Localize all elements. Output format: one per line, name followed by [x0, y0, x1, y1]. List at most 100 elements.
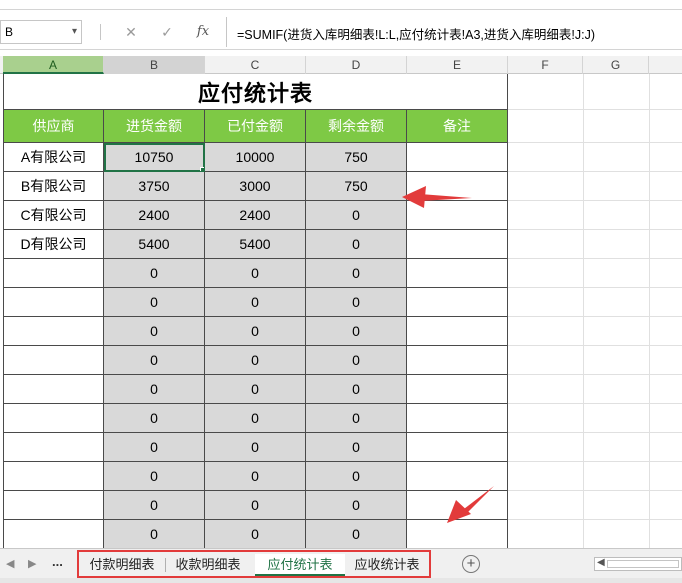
header-supplier[interactable]: 供应商	[3, 110, 104, 143]
remarks-cell[interactable]	[407, 288, 508, 317]
purchase-amount-cell[interactable]: 0	[104, 491, 205, 520]
tab-scroll-right-icon[interactable]: ▶	[28, 557, 36, 570]
column-header-b[interactable]: B	[104, 56, 205, 74]
check-icon[interactable]: ✓	[158, 23, 176, 41]
remaining-amount-cell[interactable]: 0	[306, 259, 407, 288]
paid-amount-cell[interactable]: 3000	[205, 172, 306, 201]
tab-payment-detail[interactable]: 付款明细表	[83, 554, 161, 576]
remaining-amount-cell[interactable]: 0	[306, 404, 407, 433]
purchase-amount-cell[interactable]: 0	[104, 288, 205, 317]
paid-amount-cell[interactable]: 0	[205, 433, 306, 462]
remarks-cell[interactable]	[407, 259, 508, 288]
remarks-cell[interactable]	[407, 201, 508, 230]
remaining-amount-cell[interactable]: 0	[306, 201, 407, 230]
remaining-amount-cell[interactable]: 0	[306, 288, 407, 317]
remarks-cell[interactable]	[407, 317, 508, 346]
header-remarks[interactable]: 备注	[407, 110, 508, 143]
supplier-cell[interactable]	[3, 462, 104, 491]
supplier-cell[interactable]: B有限公司	[3, 172, 104, 201]
tab-payable-stats[interactable]: 应付统计表	[255, 554, 345, 576]
purchase-amount-cell[interactable]: 3750	[104, 172, 205, 201]
supplier-cell[interactable]	[3, 491, 104, 520]
paid-amount-cell[interactable]: 0	[205, 346, 306, 375]
remarks-cell[interactable]	[407, 375, 508, 404]
purchase-amount-cell[interactable]: 0	[104, 317, 205, 346]
supplier-cell[interactable]	[3, 433, 104, 462]
horizontal-scrollbar[interactable]: ◀	[594, 557, 682, 571]
paid-amount-cell[interactable]: 10000	[205, 143, 306, 172]
supplier-cell[interactable]	[3, 288, 104, 317]
tab-receivable-stats[interactable]: 应收统计表	[347, 554, 427, 576]
remaining-amount-cell[interactable]: 750	[306, 172, 407, 201]
scrollbar-thumb[interactable]	[607, 560, 679, 568]
close-icon[interactable]: ✕	[122, 23, 140, 41]
supplier-cell[interactable]	[3, 375, 104, 404]
header-remaining-amount[interactable]: 剩余金额	[306, 110, 407, 143]
header-paid-amount[interactable]: 已付金额	[205, 110, 306, 143]
remarks-cell[interactable]	[407, 433, 508, 462]
paid-amount-cell[interactable]: 0	[205, 491, 306, 520]
supplier-cell[interactable]: A有限公司	[3, 143, 104, 172]
remarks-cell[interactable]	[407, 491, 508, 520]
supplier-cell[interactable]	[3, 259, 104, 288]
remarks-cell[interactable]	[407, 404, 508, 433]
scroll-left-icon[interactable]: ◀	[597, 557, 605, 568]
column-header-f[interactable]: F	[508, 56, 583, 74]
remaining-amount-cell[interactable]: 0	[306, 491, 407, 520]
supplier-cell[interactable]	[3, 520, 104, 548]
paid-amount-cell[interactable]: 0	[205, 520, 306, 548]
remarks-cell[interactable]	[407, 230, 508, 259]
paid-amount-cell[interactable]: 2400	[205, 201, 306, 230]
purchase-amount-cell[interactable]: 10750	[104, 143, 205, 172]
remaining-amount-cell[interactable]: 0	[306, 462, 407, 491]
plus-circle-icon[interactable]: +	[462, 555, 480, 573]
column-header-c[interactable]: C	[205, 56, 306, 74]
remarks-cell[interactable]	[407, 520, 508, 548]
purchase-amount-cell[interactable]: 5400	[104, 230, 205, 259]
tab-receipt-detail[interactable]: 收款明细表	[169, 554, 247, 576]
formula-input[interactable]: =SUMIF(进货入库明细表!L:L,应付统计表!A3,进货入库明细表!J:J)	[226, 17, 682, 47]
remarks-cell[interactable]	[407, 462, 508, 491]
purchase-amount-cell[interactable]: 0	[104, 346, 205, 375]
purchase-amount-cell[interactable]: 0	[104, 462, 205, 491]
purchase-amount-cell[interactable]: 0	[104, 259, 205, 288]
remarks-cell[interactable]	[407, 346, 508, 375]
column-header-e[interactable]: E	[407, 56, 508, 74]
remaining-amount-cell[interactable]: 0	[306, 317, 407, 346]
insert-function-icon[interactable]: fx	[194, 23, 212, 41]
chevron-down-icon[interactable]: ▾	[72, 26, 77, 37]
remarks-cell[interactable]	[407, 143, 508, 172]
supplier-cell[interactable]	[3, 346, 104, 375]
remaining-amount-cell[interactable]: 0	[306, 375, 407, 404]
column-header-g[interactable]: G	[583, 56, 649, 74]
sheet-title[interactable]: 应付统计表	[3, 74, 508, 110]
remaining-amount-cell[interactable]: 750	[306, 143, 407, 172]
supplier-cell[interactable]	[3, 404, 104, 433]
remaining-amount-cell[interactable]: 0	[306, 520, 407, 548]
column-header-d[interactable]: D	[306, 56, 407, 74]
paid-amount-cell[interactable]: 0	[205, 462, 306, 491]
purchase-amount-cell[interactable]: 0	[104, 520, 205, 548]
more-tabs-button[interactable]: ...	[52, 554, 63, 569]
paid-amount-cell[interactable]: 0	[205, 375, 306, 404]
remaining-amount-cell[interactable]: 0	[306, 346, 407, 375]
supplier-cell[interactable]: C有限公司	[3, 201, 104, 230]
header-purchase-amount[interactable]: 进货金额	[104, 110, 205, 143]
worksheet-grid[interactable]: 应付统计表 供应商 进货金额 已付金额 剩余金额 备注 A有限公司 10750 10…	[0, 74, 682, 548]
supplier-cell[interactable]	[3, 317, 104, 346]
paid-amount-cell[interactable]: 0	[205, 288, 306, 317]
supplier-cell[interactable]: D有限公司	[3, 230, 104, 259]
tab-scroll-left-icon[interactable]: ◀	[6, 557, 14, 570]
purchase-amount-cell[interactable]: 0	[104, 433, 205, 462]
remaining-amount-cell[interactable]: 0	[306, 230, 407, 259]
paid-amount-cell[interactable]: 0	[205, 259, 306, 288]
purchase-amount-cell[interactable]: 2400	[104, 201, 205, 230]
paid-amount-cell[interactable]: 0	[205, 404, 306, 433]
paid-amount-cell[interactable]: 0	[205, 317, 306, 346]
purchase-amount-cell[interactable]: 0	[104, 375, 205, 404]
remaining-amount-cell[interactable]: 0	[306, 433, 407, 462]
remarks-cell[interactable]	[407, 172, 508, 201]
purchase-amount-cell[interactable]: 0	[104, 404, 205, 433]
column-header-a[interactable]: A	[3, 56, 104, 74]
paid-amount-cell[interactable]: 5400	[205, 230, 306, 259]
